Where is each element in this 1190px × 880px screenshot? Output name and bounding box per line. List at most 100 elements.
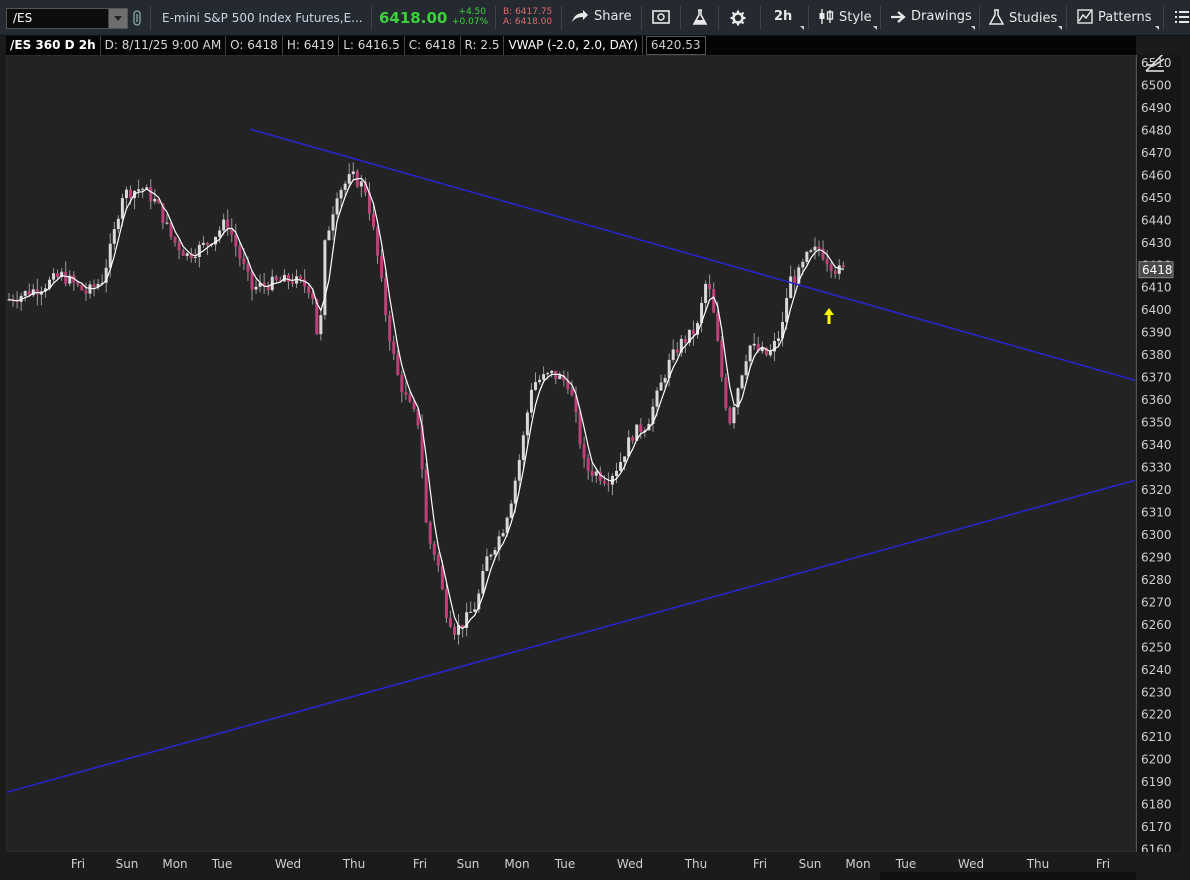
- candle-up: [805, 251, 809, 262]
- candle-up: [529, 389, 533, 413]
- caret-icon: [1058, 26, 1062, 30]
- candle-up: [124, 189, 128, 199]
- candle-down: [590, 470, 594, 476]
- candle-down: [829, 264, 833, 271]
- y-tick-label: 6290: [1141, 550, 1172, 564]
- bar-open: O: 6418: [226, 36, 283, 55]
- candle-down: [424, 469, 428, 523]
- style-button[interactable]: Style: [818, 9, 872, 25]
- bar-close: C: 6418: [405, 36, 461, 55]
- candle-down: [570, 389, 574, 396]
- ask-value: A: 6418.00: [503, 17, 553, 27]
- percent-change-value: +0.07%: [452, 17, 489, 27]
- y-tick-label: 6320: [1141, 483, 1172, 497]
- candle-up: [201, 242, 205, 245]
- last-price: 6418.00: [379, 9, 448, 27]
- toolbar-divider: [718, 6, 719, 30]
- net-change-value: +4.50: [458, 7, 486, 17]
- candle-down: [724, 377, 728, 409]
- y-tick-label: 6300: [1141, 528, 1172, 542]
- candle-down: [444, 589, 448, 618]
- vwap-study-label[interactable]: VWAP (-2.0, 2.0, DAY): [504, 36, 643, 55]
- price-chart-canvas[interactable]: [7, 56, 1136, 852]
- y-tick-label: 6440: [1141, 213, 1172, 227]
- candle-down: [84, 290, 88, 294]
- candle-down: [841, 265, 845, 268]
- link-icon[interactable]: [133, 10, 141, 26]
- symbol-text: /ES: [13, 11, 33, 25]
- timeframe-button[interactable]: 2h: [774, 9, 792, 24]
- y-tick-label: 6350: [1141, 416, 1172, 430]
- gear-icon[interactable]: [730, 10, 746, 26]
- x-tick-label: Fri: [753, 857, 767, 871]
- price-chart[interactable]: [6, 55, 1136, 852]
- candle-down: [408, 394, 412, 402]
- studies-button[interactable]: Studies: [988, 9, 1058, 26]
- x-tick-label: Mon: [845, 857, 870, 871]
- y-tick-label: 6280: [1141, 573, 1172, 587]
- candle-down: [793, 276, 797, 284]
- candle-up: [347, 174, 351, 184]
- candle-up: [165, 222, 169, 224]
- share-button[interactable]: Share: [571, 9, 632, 24]
- candle-up: [513, 480, 517, 504]
- candle-down: [432, 543, 436, 555]
- arrow-right-icon: [891, 11, 906, 23]
- toolbar-divider: [979, 6, 980, 30]
- candle-down: [149, 187, 153, 202]
- candle-down: [76, 282, 80, 285]
- price-axis[interactable]: 6510650064906480647064606450644064306420…: [1136, 55, 1181, 852]
- candle-down: [388, 315, 392, 342]
- instrument-name[interactable]: E-mini S&P 500 Index Futures,E...: [162, 11, 363, 25]
- chart-scrollbar[interactable]: [880, 872, 1136, 880]
- candle-up: [88, 284, 92, 294]
- candle-up: [116, 218, 120, 230]
- candle-up: [137, 189, 141, 191]
- x-tick-label: Mon: [504, 857, 529, 871]
- y-tick-label: 6330: [1141, 461, 1172, 475]
- vwap-study-value: 6420.53: [645, 36, 706, 55]
- x-tick-label: Thu: [1026, 857, 1050, 871]
- candle-down: [173, 236, 177, 243]
- y-tick-label: 6390: [1141, 326, 1172, 340]
- lower-trendline: [7, 479, 1135, 793]
- symbol-dropdown-button[interactable]: [108, 9, 127, 28]
- y-tick-label: 6470: [1141, 146, 1172, 160]
- x-tick-label: Fri: [1096, 857, 1110, 871]
- candle-up: [493, 550, 497, 555]
- candle-up: [740, 375, 744, 389]
- toolbar-divider: [808, 6, 809, 30]
- candle-down: [448, 617, 452, 627]
- x-tick-label: Tue: [554, 857, 576, 871]
- price-axis-labels: 6510650064906480647064606450644064306420…: [1138, 56, 1174, 852]
- candle-down: [833, 270, 837, 274]
- y-tick-label: 6210: [1141, 730, 1172, 744]
- candle-down: [720, 340, 724, 378]
- y-tick-label: 6200: [1141, 753, 1172, 767]
- y-tick-label: 6460: [1141, 168, 1172, 182]
- x-tick-label: Wed: [617, 857, 643, 871]
- bar-date: D: 8/11/25 9:00 AM: [101, 36, 227, 55]
- candle-down: [606, 483, 610, 485]
- drawings-button[interactable]: Drawings: [890, 9, 972, 24]
- patterns-button[interactable]: Patterns: [1077, 9, 1152, 25]
- drawings-label: Drawings: [911, 9, 972, 24]
- symbol-input[interactable]: /ES: [6, 8, 128, 29]
- y-tick-label: 6220: [1141, 708, 1172, 722]
- chart-title[interactable]: /ES 360 D 2h: [6, 36, 101, 55]
- x-tick-label: Wed: [958, 857, 984, 871]
- candle-up: [655, 390, 659, 407]
- studies-label: Studies: [1009, 11, 1058, 26]
- y-tick-label: 6240: [1141, 663, 1172, 677]
- flask-icon[interactable]: [692, 9, 708, 26]
- y-tick-label: 6260: [1141, 618, 1172, 632]
- menu-icon[interactable]: [1175, 11, 1189, 23]
- candle-up: [546, 373, 550, 375]
- y-tick-label: 6180: [1141, 798, 1172, 812]
- candle-up: [663, 377, 667, 383]
- candle-up: [343, 183, 347, 190]
- candle-down: [234, 234, 238, 247]
- candle-up: [732, 407, 736, 424]
- snapshot-icon[interactable]: [652, 10, 670, 25]
- candle-style-icon: [819, 9, 834, 24]
